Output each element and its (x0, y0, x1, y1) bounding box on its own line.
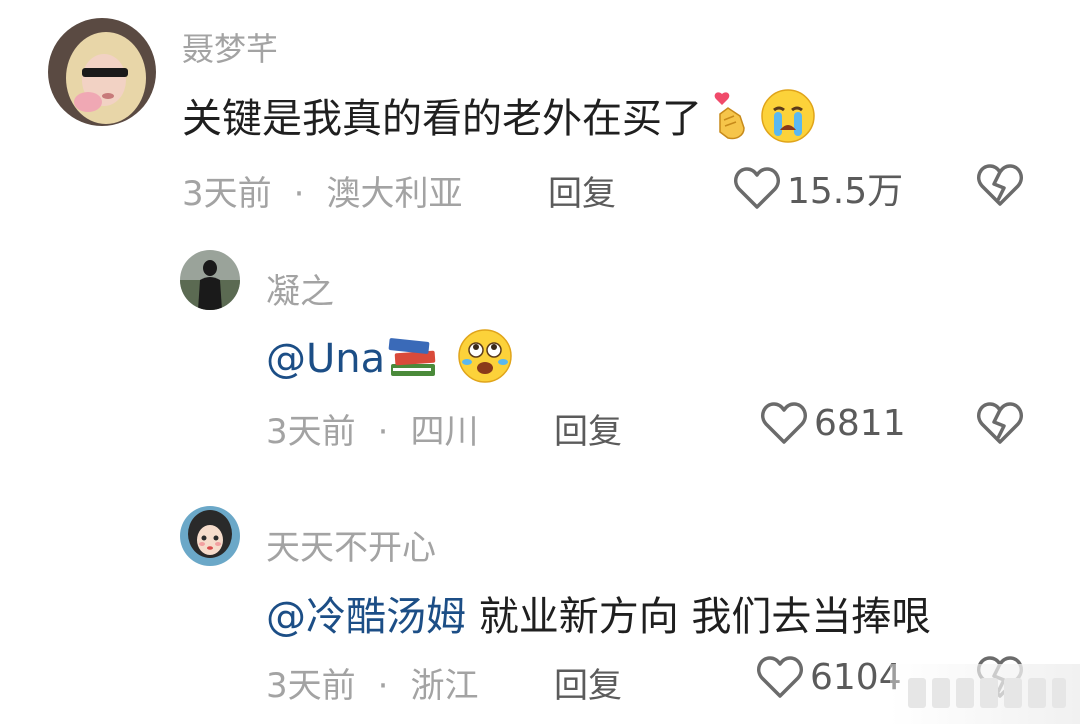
username[interactable]: 凝之 (266, 264, 334, 313)
reply-button[interactable]: 回复 (548, 166, 616, 215)
comment-meta: 3天前 · 浙江 (266, 666, 479, 706)
like-count: 6811 (814, 402, 906, 444)
like-button[interactable]: 6104 (756, 654, 902, 700)
dislike-button[interactable] (976, 400, 1024, 450)
books-emoji (387, 332, 439, 390)
timestamp: 3天前 (266, 412, 356, 452)
comment-text: @冷酷汤姆 就业新方向 我们去当捧哏 (266, 584, 931, 642)
timestamp: 3天前 (182, 174, 272, 214)
reply-item: 凝之 @Una 3天前 · 四川 回复 6811 (0, 230, 1080, 490)
avatar[interactable] (180, 506, 240, 566)
watermark (890, 664, 1080, 724)
username[interactable]: 天天不开心 (266, 520, 436, 569)
location: 四川 (410, 412, 479, 452)
comment-body: 关键是我真的看的老外在买了 (182, 96, 702, 142)
comment-item: 聂梦芊 关键是我真的看的老外在买了 3天前 · 澳大利亚 回复 15.5万 (0, 0, 1080, 230)
tearful-face-emoji (457, 328, 513, 394)
broken-heart-icon (977, 402, 1023, 444)
like-count: 6104 (810, 656, 902, 698)
mention-link[interactable]: @冷酷汤姆 (266, 594, 466, 640)
like-count: 15.5万 (787, 171, 904, 212)
location: 浙江 (410, 666, 479, 706)
comment-meta: 3天前 · 四川 (266, 412, 479, 452)
comment-text: @Una (266, 328, 513, 394)
heart-outline-icon (757, 656, 803, 698)
timestamp: 3天前 (266, 666, 356, 706)
comment-meta: 3天前 · 澳大利亚 (182, 174, 463, 214)
username[interactable]: 聂梦芊 (182, 24, 278, 70)
avatar[interactable] (180, 250, 240, 310)
broken-heart-icon (977, 164, 1023, 206)
comment-body: 就业新方向 我们去当捧哏 (466, 594, 932, 640)
reply-button[interactable]: 回复 (554, 658, 622, 707)
like-button[interactable]: 6811 (760, 400, 906, 446)
dislike-button[interactable] (976, 162, 1024, 212)
mention-link[interactable]: @Una (266, 336, 385, 382)
comment-text: 关键是我真的看的老外在买了 (182, 86, 816, 154)
avatar[interactable] (48, 18, 156, 126)
crying-face-emoji (760, 88, 816, 154)
reply-button[interactable]: 回复 (554, 404, 622, 453)
finger-heart-emoji (710, 90, 752, 152)
like-button[interactable]: 15.5万 (733, 162, 903, 214)
heart-outline-icon (761, 402, 807, 444)
location: 澳大利亚 (326, 174, 463, 214)
heart-outline-icon (734, 167, 780, 209)
